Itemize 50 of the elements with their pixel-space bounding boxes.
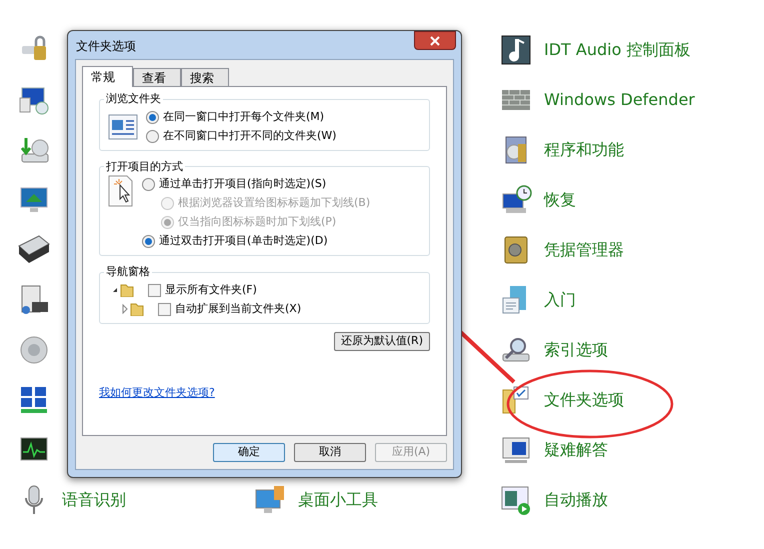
radio-button[interactable] [142,178,155,191]
play-window-icon [500,484,532,516]
control-panel-link[interactable]: 凭据管理器 [544,238,624,262]
control-panel-link[interactable]: 桌面小工具 [298,488,378,512]
keyboard-icon [18,234,50,266]
control-panel-link[interactable]: 恢复 [544,188,576,212]
option-label: 通过双击打开项目(单击时选定)(D) [159,233,328,250]
group-title: 打开项目的方式 [105,158,184,174]
option-label: 在不同窗口中打开不同的文件夹(W) [163,128,336,144]
tab[interactable]: 搜索 [181,68,229,86]
window-picture-icon [108,114,138,140]
network-icon [18,384,50,416]
option-label: 在同一窗口中打开每个文件夹(M) [163,108,324,125]
dialog-button[interactable]: 取消 [294,443,366,462]
control-panel-link[interactable]: 程序和功能 [544,138,624,162]
window-title: 文件夹选项 [76,38,136,55]
radio-button[interactable] [142,235,155,248]
close-button[interactable] [414,31,456,50]
speaker-icon [18,334,50,366]
music-note-icon [500,34,532,66]
radio-button[interactable] [146,130,159,142]
option-label: 仅当指向图标标题时加下划线(P) [178,214,336,230]
close-icon [430,36,440,46]
folder-tree-collapsed-icon [122,302,144,316]
option-label: 自动扩展到当前文件夹(X) [175,300,302,317]
group-title: 导航窗格 [105,264,151,280]
control-panel-link[interactable]: Windows Defender [544,88,695,112]
option-label: 根据浏览器设置给图标标题加下划线(B) [178,195,370,212]
tab[interactable]: 常规 [82,66,133,87]
clock-computer-icon [500,184,532,216]
cursor-page-icon [108,175,134,207]
control-panel-link[interactable]: 语音识别 [62,488,126,512]
control-panel-link[interactable]: 文件夹选项 [544,388,624,412]
option-label: 通过单击打开项目(指向时选定)(S) [159,176,326,192]
control-panel-link[interactable]: 索引选项 [544,338,608,362]
tab[interactable]: 查看 [133,68,181,86]
control-panel-link[interactable]: 自动播放 [544,488,608,512]
dialog-button[interactable]: 确定 [213,443,285,462]
control-panel-link[interactable]: IDT Audio 控制面板 [544,38,690,62]
help-link[interactable]: 我如何更改文件夹选项? [99,386,215,398]
restore-defaults-button[interactable]: 还原为默认值(R) [334,332,430,350]
gadget-monitor-icon [254,484,286,516]
radio-button[interactable] [146,110,159,124]
control-panel-link[interactable]: 入门 [544,288,576,312]
folder-tree-expanded-icon [112,283,134,297]
checkbox[interactable] [148,284,161,296]
option-label: 显示所有文件夹(F) [165,282,257,298]
control-panel-link[interactable]: 疑难解答 [544,438,608,462]
group-title: 浏览文件夹 [105,91,162,107]
checkbox[interactable] [158,302,171,316]
